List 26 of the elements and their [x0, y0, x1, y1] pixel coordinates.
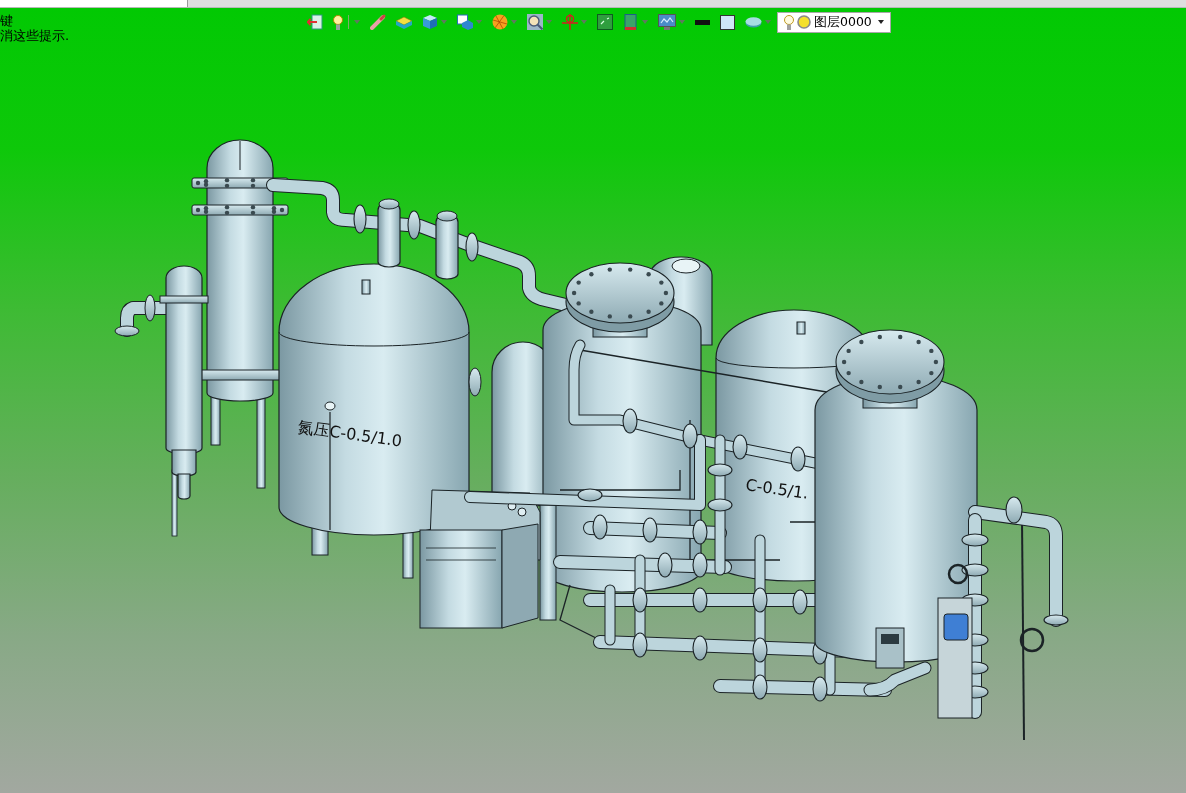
- tank-label: 氮压C-0.5/1.0: [296, 417, 404, 451]
- caret-icon[interactable]: [878, 20, 884, 24]
- pencil-icon[interactable]: [370, 14, 386, 30]
- zoom-icon[interactable]: [527, 14, 543, 30]
- disk-icon[interactable]: [745, 16, 762, 28]
- hint-text: 键: [0, 13, 14, 28]
- exit-icon[interactable]: [307, 14, 323, 30]
- monitor-icon[interactable]: [658, 14, 676, 30]
- layer-select[interactable]: 图层0000: [777, 11, 891, 33]
- valve: [353, 198, 421, 268]
- bulb-icon[interactable]: [333, 14, 343, 30]
- layers-icon[interactable]: [396, 14, 412, 30]
- curve-icon[interactable]: [562, 14, 578, 30]
- bulb-icon: [784, 14, 794, 30]
- valve: [435, 210, 479, 280]
- window-icon[interactable]: [457, 14, 473, 30]
- instrument-panel: [875, 627, 905, 669]
- sun-icon: [797, 15, 811, 29]
- cube-icon[interactable]: [422, 14, 438, 30]
- color-swatch-icon[interactable]: [720, 14, 735, 30]
- tank-label: C-0.5/1.: [744, 475, 810, 503]
- square-icon[interactable]: [597, 14, 613, 30]
- frame-icon[interactable]: [623, 14, 639, 30]
- ball-icon[interactable]: [492, 14, 508, 30]
- line-weight-icon[interactable]: [695, 19, 710, 25]
- hint-text: 消这些提示.: [0, 28, 70, 43]
